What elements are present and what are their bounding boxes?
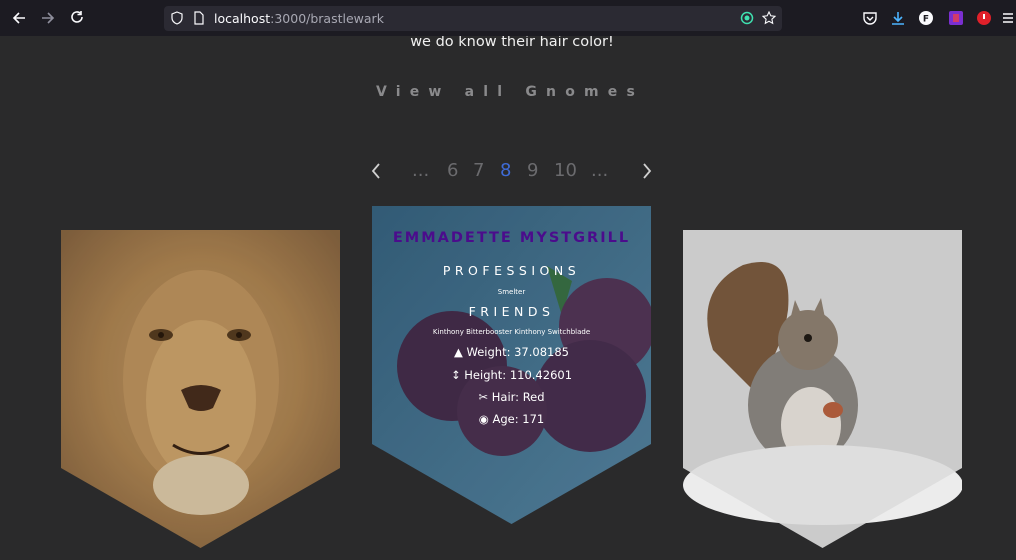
height-icon: ↕ — [450, 368, 461, 382]
shield-icon[interactable] — [170, 11, 184, 25]
height-stat: ↕ Height: 110.42601 — [450, 368, 573, 382]
gnome-name: EMMADETTE MYSTGRILL — [392, 230, 631, 246]
pocket-icon[interactable] — [862, 10, 878, 26]
gnome-card-left[interactable] — [61, 230, 340, 548]
page-9[interactable]: 9 — [527, 160, 538, 181]
page-content: we do know their hair color! View all Gn… — [0, 36, 1016, 560]
lead-text: we do know their hair color! — [410, 36, 614, 50]
gnome-card-right[interactable] — [683, 230, 962, 548]
download-icon[interactable] — [890, 10, 906, 26]
bookmark-star-icon[interactable] — [762, 11, 776, 25]
weight-icon: ▲ — [454, 345, 463, 359]
hair-stat: ✂ Hair: Red — [478, 390, 545, 404]
professions-list: Smelter — [497, 288, 526, 296]
pagination: ... 6 7 8 9 10 ... — [0, 160, 1016, 186]
raspberry-image — [372, 206, 651, 524]
reload-icon[interactable] — [67, 8, 87, 28]
url-bar[interactable]: localhost:3000/brastlewark — [164, 6, 782, 31]
svg-text:F: F — [923, 15, 929, 25]
hair-icon: ✂ — [478, 390, 489, 404]
url-text[interactable]: localhost:3000/brastlewark — [214, 11, 384, 26]
chevron-right-icon[interactable] — [641, 162, 653, 180]
age-stat: ◉ Age: 171 — [478, 412, 545, 426]
gnome-card-center[interactable]: EMMADETTE MYSTGRILL PROFESSIONS Smelter … — [372, 206, 651, 524]
page-8-active[interactable]: 8 — [500, 160, 511, 181]
professions-title: PROFESSIONS — [442, 263, 581, 278]
extension-square-icon[interactable] — [948, 10, 964, 26]
view-all-gnomes-link[interactable]: View all Gnomes — [0, 84, 1016, 100]
page-6[interactable]: 6 — [447, 160, 458, 181]
page-7[interactable]: 7 — [473, 160, 484, 181]
page-ellipsis-next[interactable]: ... — [591, 160, 608, 181]
friends-list: Kinthony Bitterbooster Kinthony Switchbl… — [432, 328, 591, 336]
forward-icon[interactable] — [38, 8, 58, 28]
chevron-left-icon[interactable] — [370, 162, 382, 180]
page-icon — [194, 11, 204, 25]
squirrel-image — [683, 230, 962, 548]
lion-image — [61, 230, 340, 548]
extension-target-icon[interactable] — [740, 11, 754, 25]
page-10[interactable]: 10 — [554, 160, 577, 181]
friends-title: FRIENDS — [468, 304, 555, 319]
extension-f-icon[interactable]: F — [918, 10, 934, 26]
back-icon[interactable] — [9, 8, 29, 28]
browser-toolbar: localhost:3000/brastlewark F — [0, 0, 1016, 36]
extension-red-icon[interactable] — [976, 10, 992, 26]
menu-icon[interactable] — [1002, 10, 1014, 26]
age-icon: ◉ — [478, 412, 489, 426]
page-ellipsis-prev[interactable]: ... — [412, 160, 429, 181]
weight-stat: ▲ Weight: 37.08185 — [454, 345, 569, 359]
